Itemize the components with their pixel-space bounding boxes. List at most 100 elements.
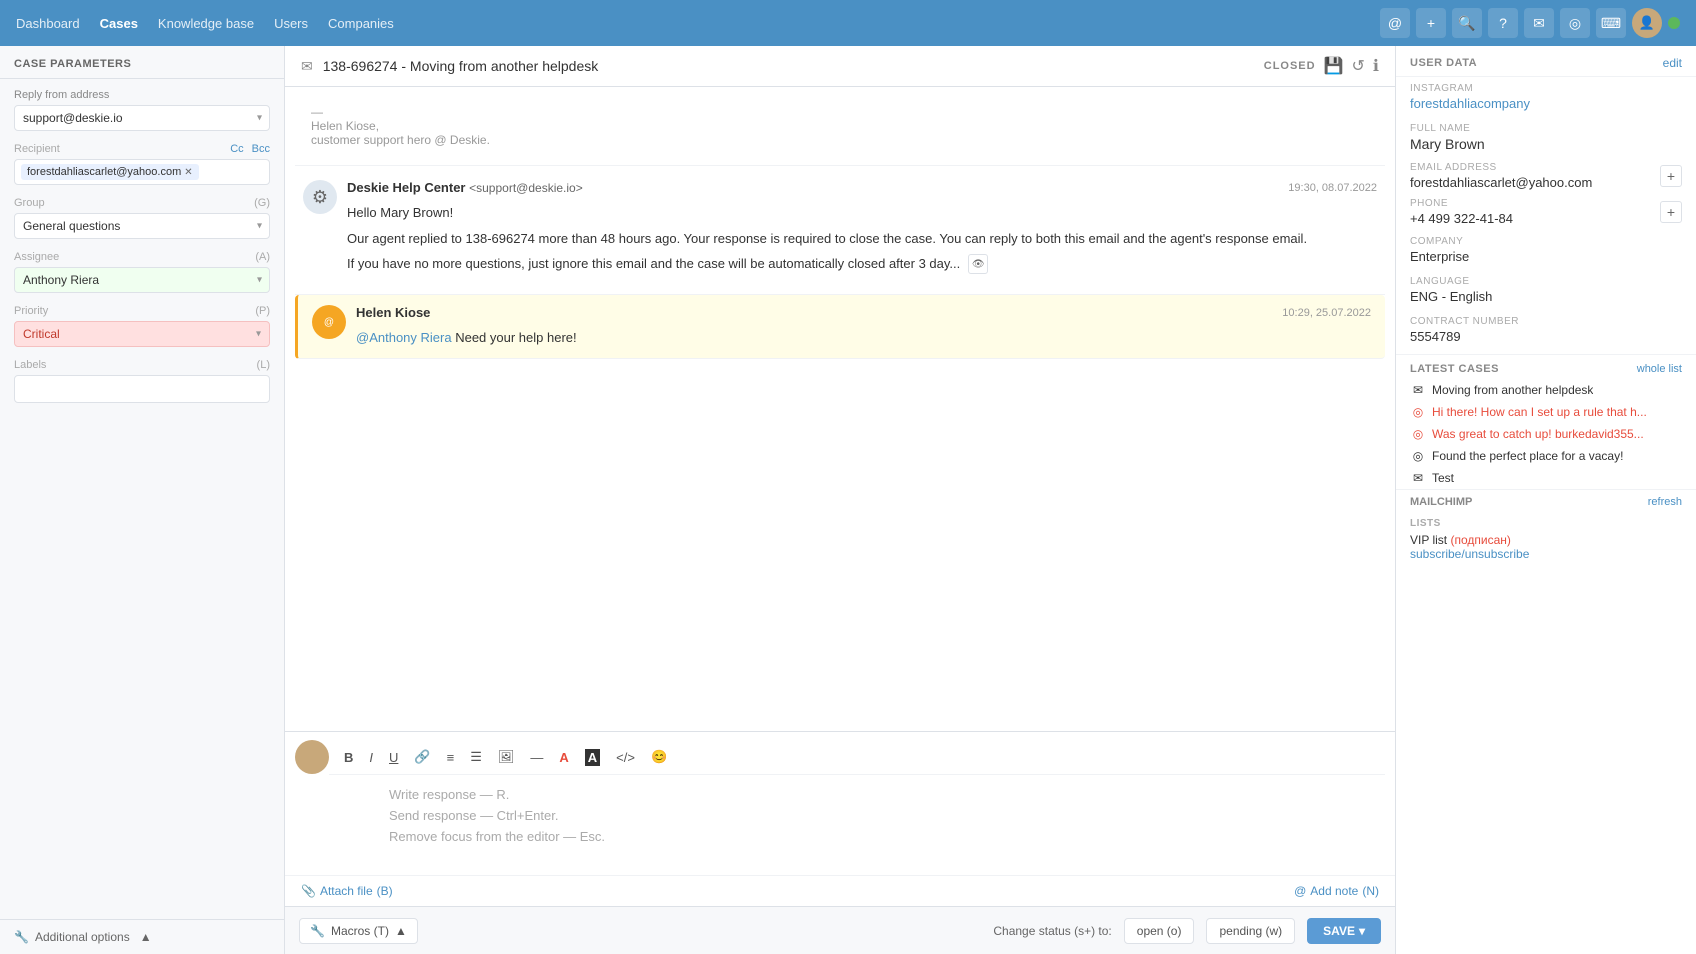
priority-field: Priority (P) Critical: [14, 305, 270, 347]
priority-select[interactable]: Critical: [15, 322, 269, 346]
labels-input[interactable]: [14, 375, 270, 403]
bg-color-btn[interactable]: A: [580, 747, 605, 768]
case-icon-1: ◎: [1410, 405, 1426, 419]
lists-title: LISTS: [1410, 518, 1682, 529]
case-text-4: Test: [1432, 471, 1454, 485]
ol-btn[interactable]: ≡: [442, 747, 460, 768]
user-avatar[interactable]: 👤: [1632, 8, 1662, 38]
lists-section: LISTS VIP list (подписан) subscribe/unsu…: [1396, 514, 1696, 569]
mention-body: @Anthony Riera Need your help here!: [356, 328, 1371, 348]
email-value: forestdahliascarlet@yahoo.com: [1410, 175, 1592, 190]
email-label: EMAIL ADDRESS: [1410, 162, 1592, 173]
priority-select-wrapper: Critical: [14, 321, 270, 347]
image-btn[interactable]: 🖼: [493, 746, 520, 768]
email-icon-btn[interactable]: @: [1380, 8, 1410, 38]
info-icon-btn[interactable]: ℹ: [1373, 56, 1379, 76]
email-field-group: EMAIL ADDRESS forestdahliascarlet@yahoo.…: [1410, 162, 1592, 190]
refresh-btn[interactable]: refresh: [1648, 496, 1682, 508]
cc-link[interactable]: Cc: [230, 143, 243, 155]
user-status: [1668, 17, 1680, 29]
assignee-field: Assignee (A) Anthony Riera: [14, 251, 270, 293]
case-item-3[interactable]: ◎ Found the perfect place for a vacay!: [1396, 445, 1696, 467]
editor-content[interactable]: Write response — R. Send response — Ctrl…: [329, 775, 1385, 875]
reply-from-select[interactable]: support@deskie.io: [14, 105, 270, 131]
whole-list-link[interactable]: whole list: [1637, 363, 1682, 375]
case-item-0[interactable]: ✉ Moving from another helpdesk: [1396, 379, 1696, 401]
emoji-btn[interactable]: 😊: [646, 746, 672, 768]
additional-options-footer[interactable]: 🔧 Additional options ▲: [0, 919, 284, 954]
mention-link[interactable]: @Anthony Riera: [356, 330, 452, 345]
add-note-label: Add note: [1310, 884, 1358, 898]
nav-cases[interactable]: Cases: [100, 16, 138, 31]
group-select[interactable]: General questions: [14, 213, 270, 239]
add-phone-btn[interactable]: +: [1660, 201, 1682, 223]
ul-btn[interactable]: ☰: [465, 746, 487, 768]
history-icon-btn[interactable]: ↺: [1352, 56, 1365, 76]
message-header: Deskie Help Center <support@deskie.io> 1…: [347, 180, 1377, 195]
open-status-btn[interactable]: open (o): [1124, 918, 1195, 944]
bcc-link[interactable]: Bcc: [252, 143, 270, 155]
bold-btn[interactable]: B: [339, 747, 358, 768]
recipient-field-group: Recipient Cc Bcc forestdahliascarlet@yah…: [14, 143, 270, 185]
macros-label: Macros (T): [331, 924, 389, 938]
nav-knowledge-base[interactable]: Knowledge base: [158, 16, 254, 31]
mention-message-content: Helen Kiose 10:29, 25.07.2022 @Anthony R…: [356, 305, 1371, 348]
top-nav: Dashboard Cases Knowledge base Users Com…: [0, 0, 1696, 46]
add-icon-btn[interactable]: +: [1416, 8, 1446, 38]
mention-text: Need your help here!: [455, 330, 576, 345]
list-name: VIP list: [1410, 533, 1450, 547]
latest-cases-section-header: LATEST CASES whole list: [1396, 354, 1696, 379]
editor-placeholder-line2: Send response — Ctrl+Enter.: [389, 808, 558, 823]
underline-btn[interactable]: U: [384, 747, 403, 768]
circle-icon-btn[interactable]: ◎: [1560, 8, 1590, 38]
instagram-value[interactable]: forestdahliacompany: [1410, 96, 1682, 111]
save-btn[interactable]: SAVE ▾: [1307, 918, 1381, 944]
user-data-title: USER DATA: [1410, 57, 1477, 69]
remove-recipient-btn[interactable]: ✕: [184, 167, 192, 178]
save-dropdown-icon[interactable]: ▾: [1359, 924, 1365, 938]
editor-toolbar: B I U 🔗 ≡ ☰ 🖼 — A A </> 😊: [329, 740, 1385, 775]
nav-companies[interactable]: Companies: [328, 16, 394, 31]
reply-from-select-wrapper: support@deskie.io: [14, 105, 270, 131]
phone-label: PHONE: [1410, 198, 1513, 209]
mailchimp-title: Mailchimp: [1410, 496, 1472, 508]
nav-users[interactable]: Users: [274, 16, 308, 31]
show-more-btn[interactable]: 👁: [968, 254, 988, 274]
main-layout: CASE PARAMETERS Reply from address suppo…: [0, 46, 1696, 954]
system-message: ⚙ Deskie Help Center <support@deskie.io>…: [295, 166, 1385, 295]
email-field-row: EMAIL ADDRESS forestdahliascarlet@yahoo.…: [1396, 158, 1696, 194]
code-btn[interactable]: </>: [611, 747, 640, 768]
text-color-btn[interactable]: A: [554, 747, 573, 768]
italic-btn[interactable]: I: [364, 747, 378, 768]
edit-user-btn[interactable]: edit: [1663, 56, 1682, 70]
add-note-btn[interactable]: @ Add note (N): [1294, 884, 1379, 898]
nav-dashboard[interactable]: Dashboard: [16, 16, 80, 31]
hr-btn[interactable]: —: [525, 747, 548, 768]
keyboard-icon-btn[interactable]: ⌨: [1596, 8, 1626, 38]
case-text-1: Hi there! How can I set up a rule that h…: [1432, 405, 1647, 419]
editor-footer: 📎 Attach file (B) @ Add note (N): [285, 875, 1395, 906]
assignee-select[interactable]: Anthony Riera: [14, 267, 270, 293]
add-email-btn[interactable]: +: [1660, 165, 1682, 187]
case-icon-0: ✉: [1410, 383, 1426, 397]
case-item-2[interactable]: ◎ Was great to catch up! burkedavid355..…: [1396, 423, 1696, 445]
language-label: LANGUAGE: [1410, 276, 1682, 287]
save-icon-btn[interactable]: 💾: [1324, 56, 1344, 76]
pending-status-btn[interactable]: pending (w): [1206, 918, 1295, 944]
latest-cases-title: LATEST CASES: [1410, 363, 1499, 375]
macros-btn[interactable]: 🔧 Macros (T) ▲: [299, 918, 418, 944]
note-icon: @: [1294, 884, 1306, 898]
recipient-field[interactable]: forestdahliascarlet@yahoo.com ✕: [14, 159, 270, 185]
case-item-4[interactable]: ✉ Test: [1396, 467, 1696, 489]
note-shortcut: (N): [1362, 884, 1379, 898]
mail-icon-btn[interactable]: ✉: [1524, 8, 1554, 38]
help-icon-btn[interactable]: ?: [1488, 8, 1518, 38]
case-item-1[interactable]: ◎ Hi there! How can I set up a rule that…: [1396, 401, 1696, 423]
attach-file-btn[interactable]: 📎 Attach file (B): [301, 884, 393, 898]
link-btn[interactable]: 🔗: [409, 746, 435, 768]
mention-sender: Helen Kiose: [356, 305, 430, 320]
wrench-icon: 🔧: [14, 930, 29, 944]
subscribe-link[interactable]: subscribe/unsubscribe: [1410, 547, 1529, 561]
search-icon-btn[interactable]: 🔍: [1452, 8, 1482, 38]
messages-area: — Helen Kiose, customer support hero @ D…: [285, 87, 1395, 731]
